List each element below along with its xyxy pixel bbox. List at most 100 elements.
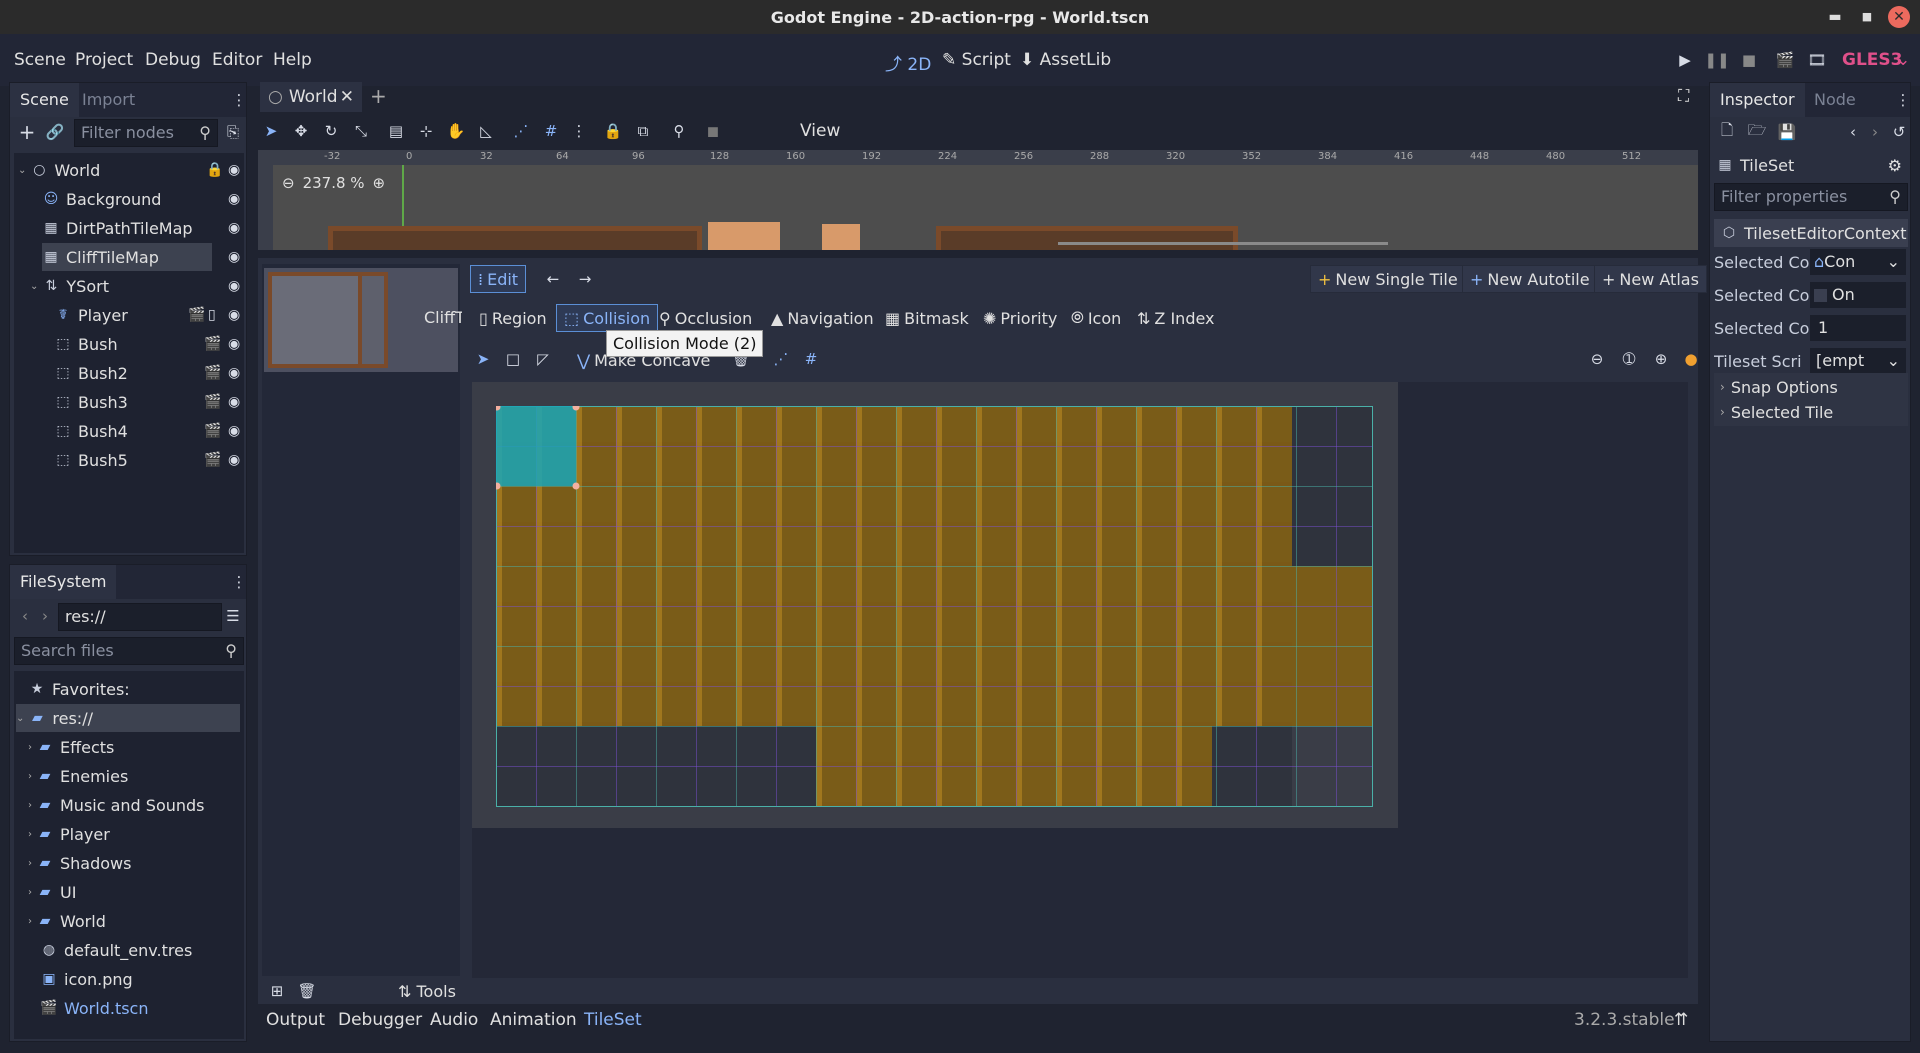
tab-scene[interactable]: Scene — [10, 83, 79, 117]
clapperboard-icon[interactable]: 🎬 — [204, 336, 221, 352]
horizontal-scrollbar[interactable] — [1058, 242, 1388, 245]
new-single-tile-button[interactable]: + New Single Tile — [1310, 265, 1466, 293]
property-value-dropdown[interactable]: ⌂Con ⌄ — [1810, 249, 1906, 275]
tab-import[interactable]: Import — [72, 83, 145, 117]
rotate-tool-icon[interactable]: ↻ — [318, 118, 344, 144]
bone-icon[interactable]: ⚲ — [666, 118, 692, 144]
zoom-in-icon[interactable]: ⊕ — [373, 174, 386, 192]
tree-node-player[interactable]: ☤ Player 🎬 ▯ ◉ — [54, 301, 240, 329]
maximize-button[interactable]: ■ — [1856, 6, 1878, 28]
edit-button[interactable]: ⁞ Edit — [470, 265, 527, 293]
tile-workspace[interactable] — [472, 382, 1688, 978]
mode-region[interactable]: ▯ Region — [472, 304, 554, 332]
script-icon[interactable]: ▯ — [208, 307, 216, 323]
prev-tile-icon[interactable]: ← — [540, 266, 566, 292]
clapperboard-icon[interactable]: 🎬 — [188, 307, 205, 323]
canvas-viewport[interactable]: -32 0 32 64 96 128 160 192 224 256 288 3… — [258, 150, 1698, 250]
lock-icon[interactable]: 🔒 — [600, 118, 626, 144]
save-icon[interactable]: 💾 — [1774, 119, 1800, 145]
view-menu[interactable]: View — [800, 121, 840, 141]
expand-panel-icon[interactable]: ⇈ — [1674, 1010, 1688, 1030]
select-tool-icon[interactable]: ➤ — [470, 346, 496, 372]
eye-icon[interactable]: ◉ — [228, 191, 240, 207]
grid-snap-icon[interactable]: # — [538, 118, 564, 144]
move-tool-icon[interactable]: ✥ — [288, 118, 314, 144]
file-default-env[interactable]: ◍ default_env.tres — [40, 936, 192, 964]
tree-node-clifftilemap[interactable]: ▦ CliffTileMap — [42, 243, 212, 271]
eye-icon[interactable]: ◉ — [228, 307, 240, 323]
tab-node[interactable]: Node — [1804, 83, 1866, 117]
play-custom-scene-icon[interactable]: 🎞 — [1804, 47, 1830, 73]
tab-tileset[interactable]: TileSet — [584, 1010, 642, 1030]
menu-project[interactable]: Project — [75, 50, 133, 70]
kebab-menu-icon[interactable]: ⋮ — [232, 87, 247, 113]
scene-tab-world[interactable]: ○ World ✕ — [260, 82, 362, 112]
eye-icon[interactable]: ◉ — [228, 220, 240, 236]
add-scene-tab-button[interactable]: + — [370, 84, 387, 108]
script-resource-picker[interactable]: [empt ⌄ — [1810, 348, 1906, 374]
tree-node-bush3[interactable]: ⬚ Bush3 🎬 ◉ — [54, 388, 240, 416]
minimize-button[interactable]: ▬ — [1824, 6, 1846, 28]
pivot-icon[interactable]: ⊹ — [413, 118, 439, 144]
add-texture-icon[interactable]: ⊞ — [264, 978, 290, 1004]
menu-editor[interactable]: Editor — [212, 50, 262, 70]
list-select-icon[interactable]: ▤ — [383, 118, 409, 144]
ruler-tool-icon[interactable]: ◺ — [473, 118, 499, 144]
snap-options-icon[interactable]: ⋮ — [566, 118, 592, 144]
pause-icon[interactable]: ❚❚ — [1704, 47, 1730, 73]
clapperboard-icon[interactable]: 🎬 — [204, 452, 221, 468]
tree-node-bush5[interactable]: ⬚ Bush5 🎬 ◉ — [54, 446, 240, 474]
file-icon-png[interactable]: ▣ icon.png — [40, 965, 132, 993]
mode-priority[interactable]: ✺ Priority — [976, 304, 1064, 332]
eye-icon[interactable]: ◉ — [228, 394, 240, 410]
favorites-item[interactable]: ★ Favorites: — [28, 675, 130, 703]
add-node-icon[interactable]: + — [14, 119, 40, 145]
select-tool-icon[interactable]: ➤ — [258, 118, 284, 144]
script-attach-icon[interactable]: ⎘ — [220, 119, 246, 145]
trash-icon[interactable]: 🗑 — [294, 978, 320, 1004]
smart-snap-icon[interactable]: ⋰ — [768, 346, 794, 372]
mode-bitmask[interactable]: ▦ Bitmask — [878, 304, 976, 332]
stop-icon[interactable]: ■ — [1736, 47, 1762, 73]
section-selected-tile[interactable]: › Selected Tile — [1714, 398, 1908, 426]
eye-icon[interactable]: ◉ — [228, 423, 240, 439]
settings-icon[interactable]: ⚙ — [1888, 156, 1902, 175]
play-scene-icon[interactable]: 🎬 — [1772, 47, 1798, 73]
fullscreen-icon[interactable]: ⛶ — [1678, 86, 1689, 106]
eye-icon[interactable]: ◉ — [228, 336, 240, 352]
new-atlas-button[interactable]: + New Atlas — [1594, 265, 1707, 293]
zoom-reset-icon[interactable]: ➀ — [1616, 346, 1642, 372]
group-icon[interactable]: ⧉ — [630, 118, 656, 144]
eye-icon[interactable]: ◉ — [228, 452, 240, 468]
tab-output[interactable]: Output — [266, 1010, 325, 1030]
kebab-menu-icon[interactable]: ⋮ — [232, 569, 247, 595]
renderer-select[interactable]: GLES3 — [1842, 50, 1902, 70]
mode-collision[interactable]: ⬚ Collision — [556, 304, 659, 332]
clapperboard-icon[interactable]: 🎬 — [204, 365, 221, 381]
next-tile-icon[interactable]: → — [572, 266, 598, 292]
smart-snap-icon[interactable]: ⋰ — [508, 118, 534, 144]
close-tab-icon[interactable]: ✕ — [340, 87, 354, 107]
search-files-input[interactable]: Search files ⚲ — [14, 637, 244, 665]
tab-filesystem[interactable]: FileSystem — [10, 565, 117, 599]
kebab-menu-icon[interactable]: ⋮ — [1896, 87, 1911, 113]
zoom-out-icon[interactable]: ⊖ — [1584, 346, 1610, 372]
link-icon[interactable]: 🔗 — [42, 119, 68, 145]
tab-debugger[interactable]: Debugger — [338, 1010, 422, 1030]
clapperboard-icon[interactable]: 🎬 — [204, 423, 221, 439]
tree-node-bush4[interactable]: ⬚ Bush4 🎬 ◉ — [54, 417, 240, 445]
clapperboard-icon[interactable]: 🎬 — [204, 394, 221, 410]
list-view-icon[interactable]: ☰ — [220, 603, 246, 629]
rectangle-tool-icon[interactable]: □ — [500, 346, 526, 372]
collision-handle[interactable] — [572, 482, 580, 490]
menu-scene[interactable]: Scene — [14, 50, 66, 70]
folder-shadows[interactable]: › ▰ Shadows — [28, 849, 131, 877]
mode-occlusion[interactable]: ⚲ Occlusion — [652, 304, 759, 332]
zoom-in-icon[interactable]: ⊕ — [1648, 346, 1674, 372]
path-input[interactable]: res:// — [58, 603, 222, 631]
zoom-out-icon[interactable]: ⊖ — [282, 174, 295, 192]
file-world-tscn[interactable]: 🎬 World.tscn — [40, 994, 148, 1022]
eye-icon[interactable]: ◉ — [228, 278, 240, 294]
scale-tool-icon[interactable]: ⤡ — [348, 118, 374, 144]
tab-audio[interactable]: Audio — [430, 1010, 478, 1030]
